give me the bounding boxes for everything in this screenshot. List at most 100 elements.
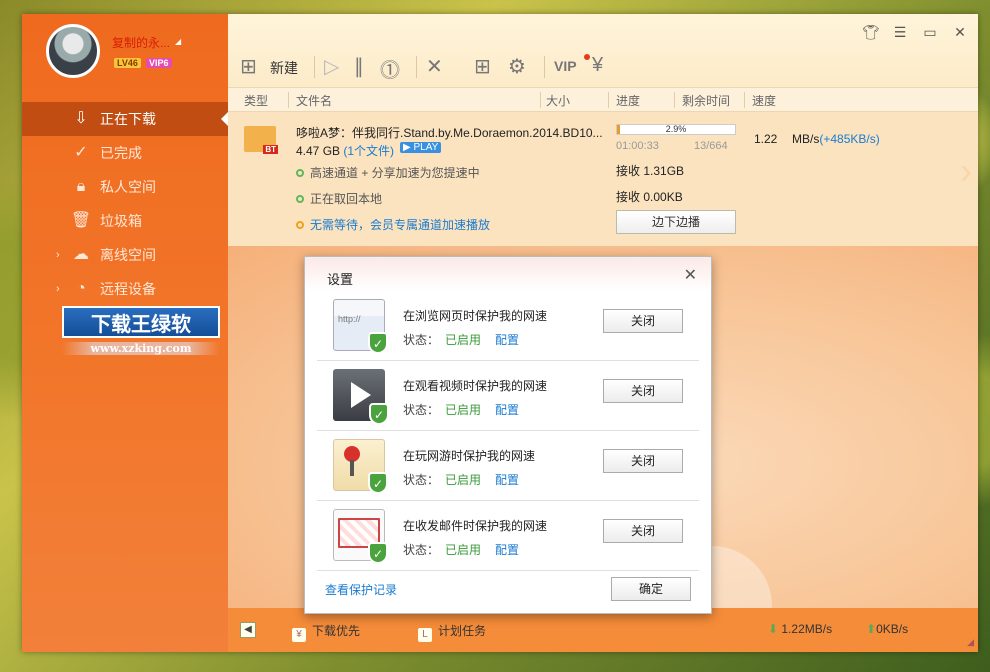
play-badge[interactable]: ▶ PLAY <box>400 142 442 153</box>
protect-option-game: ✓ 在玩网游时保护我的网速 状态： 已启用 配置 关闭 <box>317 431 699 501</box>
task-row[interactable]: BT 哆啦A梦：伴我同行.Stand.by.Me.Doraemon.2014.B… <box>228 112 978 246</box>
toggle-off-button[interactable]: 关闭 <box>603 379 683 403</box>
watermark-url: www.xzking.com <box>62 342 220 355</box>
column-separator[interactable] <box>288 92 289 108</box>
dialog-title: 设置 <box>327 272 354 287</box>
progress-percent: 2.9% <box>665 124 687 134</box>
settings-gear-icon[interactable]: ⚙ <box>508 54 526 79</box>
shield-check-icon: ✓ <box>368 542 388 564</box>
col-filename[interactable]: 文件名 <box>296 92 332 109</box>
vip-accel-link[interactable]: 无需等待，会员专属通道加速播放 <box>296 216 490 233</box>
option-status: 状态： 已启用 配置 <box>403 401 519 418</box>
sidebar-item-downloading[interactable]: ⇩ 正在下载 <box>22 102 228 136</box>
elapsed-time: 01:00:33 <box>616 140 659 152</box>
col-speed[interactable]: 速度 <box>752 92 776 109</box>
play-while-download-button[interactable]: 边下边播 <box>616 210 736 234</box>
speed-bonus: (+485KB/s) <box>819 132 880 146</box>
pause-icon[interactable]: ∥ <box>354 54 364 79</box>
up-speed-value: 0KB/s <box>876 622 909 636</box>
toolbar-separator <box>314 56 315 78</box>
column-separator[interactable] <box>744 92 745 108</box>
task-file-count[interactable]: (1个文件) <box>343 144 394 158</box>
priority-icon: ¥ <box>292 628 306 642</box>
col-remaining[interactable]: 剩余时间 <box>682 92 730 109</box>
lock-icon: 🔒︎ <box>76 178 86 195</box>
column-header: 类型 文件名 大小 进度 剩余时间 速度 <box>228 88 978 112</box>
shield-check-icon: ✓ <box>369 403 389 425</box>
delete-icon[interactable]: ✕ <box>426 54 443 79</box>
level-badge: LV46 <box>114 58 141 68</box>
user-menu-caret-icon[interactable]: ◢ <box>175 37 181 46</box>
task-status-line: 正在取回本地 <box>296 190 382 207</box>
resize-grip-icon[interactable]: ◢ <box>967 637 974 648</box>
toggle-off-button[interactable]: 关闭 <box>603 309 683 333</box>
chevron-right-icon[interactable]: › <box>56 272 60 306</box>
video-play-icon: ✓ <box>333 369 389 425</box>
option-status: 状态： 已启用 配置 <box>403 541 519 558</box>
task-size-value: 4.47 GB <box>296 144 341 158</box>
protect-option-mail: ✓ 在收发邮件时保护我的网速 状态： 已启用 配置 关闭 <box>317 501 699 571</box>
download-speed: 1.22 <box>754 132 778 146</box>
config-link[interactable]: 配置 <box>495 473 519 487</box>
new-task-icon[interactable]: ⊞ <box>240 54 257 79</box>
sidebar-item-private[interactable]: 🔒︎ 私人空间 <box>22 170 228 204</box>
skin-shirt-icon[interactable]: 👕︎ <box>862 24 880 41</box>
maximize-icon[interactable]: ▭ <box>922 24 938 41</box>
total-upload-speed: ⬆0KB/s <box>866 622 908 636</box>
shield-check-icon: ✓ <box>368 472 388 494</box>
active-pointer <box>221 112 228 126</box>
col-progress[interactable]: 进度 <box>616 92 640 109</box>
column-separator[interactable] <box>608 92 609 108</box>
config-link[interactable]: 配置 <box>495 543 519 557</box>
status-label: 状态： <box>403 333 440 347</box>
username[interactable]: 复制的永... <box>112 34 170 51</box>
sidebar-item-offline[interactable]: › ☁ 离线空间 <box>22 238 228 272</box>
vip-accel-text: 无需等待，会员专属通道加速播放 <box>310 218 491 232</box>
collapse-arrow-icon[interactable]: ◀ <box>240 622 256 638</box>
received-amount: 接收 1.31GB <box>616 164 685 178</box>
scheduled-task-button[interactable]: L 计划任务 <box>418 622 486 642</box>
grid-view-icon[interactable]: ⊞ <box>474 54 491 79</box>
chevron-right-icon[interactable]: › <box>960 150 972 192</box>
sidebar-item-remote[interactable]: › ◔ 远程设备 <box>22 272 228 306</box>
config-link[interactable]: 配置 <box>495 403 519 417</box>
schedule-icon: L <box>418 628 432 642</box>
task-status-line: 高速通道 + 分享加速为您提速中 <box>296 164 480 181</box>
config-link[interactable]: 配置 <box>495 333 519 347</box>
status-dot-icon <box>296 221 304 229</box>
column-separator[interactable] <box>674 92 675 108</box>
status-label: 状态： <box>403 473 440 487</box>
ok-button[interactable]: 确定 <box>611 577 691 601</box>
status-dot-icon <box>296 195 304 203</box>
watermark: 下载王绿软 www.xzking.com <box>62 306 220 355</box>
sidebar-item-completed[interactable]: ✓ 已完成 <box>22 136 228 170</box>
task-status-text: 高速通道 + 分享加速为您提速中 <box>310 166 480 180</box>
speed-limit-icon[interactable]: ⓵ <box>380 54 400 83</box>
toggle-off-button[interactable]: 关闭 <box>603 519 683 543</box>
vip-icon[interactable]: VIP <box>554 58 577 74</box>
up-arrow-icon: ⬆ <box>866 622 877 636</box>
start-icon[interactable]: ▷ <box>324 54 339 79</box>
speed-unit: MB/s(+485KB/s) <box>792 132 880 146</box>
sidebar-item-label: 离线空间 <box>100 247 156 263</box>
toggle-off-button[interactable]: 关闭 <box>603 449 683 473</box>
download-priority-button[interactable]: ¥ 下载优先 <box>292 622 360 642</box>
close-icon[interactable]: ✕ <box>952 24 968 41</box>
total-download-speed: ⬇ 1.22MB/s <box>768 622 832 636</box>
avatar[interactable] <box>46 24 100 78</box>
col-size[interactable]: 大小 <box>546 92 570 109</box>
sidebar-item-label: 正在下载 <box>100 111 156 127</box>
close-icon[interactable]: ✕ <box>684 265 697 285</box>
bt-folder-icon: BT <box>244 126 278 154</box>
col-type[interactable]: 类型 <box>244 92 268 109</box>
view-history-link[interactable]: 查看保护记录 <box>325 581 397 598</box>
sidebar-item-label: 私人空间 <box>100 179 156 195</box>
sidebar-item-label: 垃圾箱 <box>100 213 142 229</box>
chevron-right-icon[interactable]: › <box>56 238 60 272</box>
yuan-coin-icon[interactable]: ¥ <box>592 54 603 77</box>
new-task-button[interactable]: 新建 <box>270 58 298 78</box>
column-separator[interactable] <box>540 92 541 108</box>
sidebar-item-trash[interactable]: 🗑︎ 垃圾箱 <box>22 204 228 238</box>
menu-icon[interactable]: ☰ <box>892 24 908 41</box>
play-badge-label: PLAY <box>413 142 439 153</box>
